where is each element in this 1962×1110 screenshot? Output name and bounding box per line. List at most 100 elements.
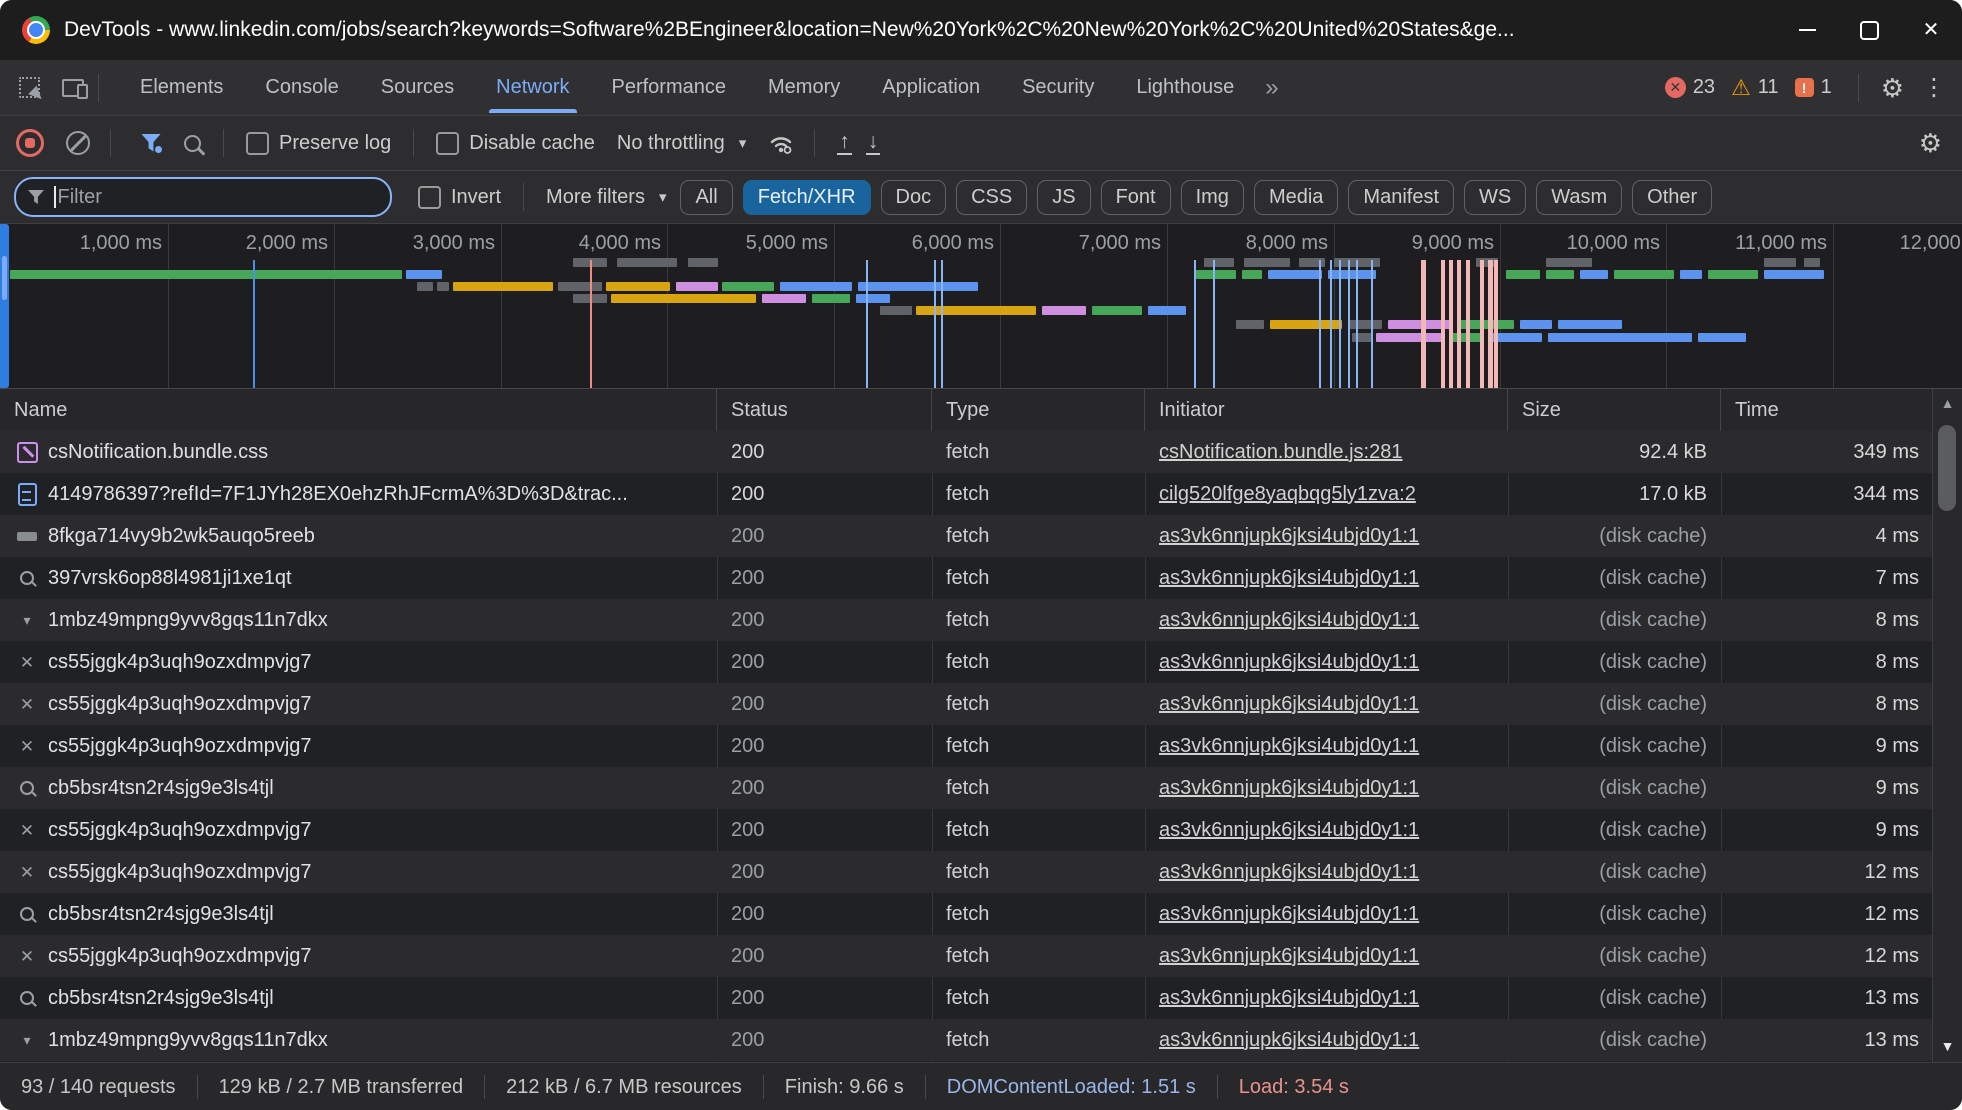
filter-pill-css[interactable]: CSS: [956, 180, 1027, 215]
record-network-log-button[interactable]: [16, 129, 44, 157]
warnings-badge[interactable]: ⚠ 11: [1731, 76, 1779, 99]
waterfall-bar: [688, 258, 718, 267]
network-overview-waterfall[interactable]: 1,000 ms2,000 ms3,000 ms4,000 ms5,000 ms…: [0, 224, 1962, 389]
request-row[interactable]: ✕cs55jggk4p3uqh9ozxdmpvjg7200fetchas3vk6…: [0, 641, 1933, 683]
inspect-element-button[interactable]: [14, 73, 44, 103]
tab-lighthouse[interactable]: Lighthouse: [1115, 60, 1255, 115]
search-button[interactable]: [184, 135, 201, 152]
import-har-button[interactable]: ↑: [837, 131, 852, 155]
initiator-link[interactable]: as3vk6nnjupk6jksi4ubjd0y1:1: [1159, 525, 1419, 548]
request-status-cell: 200: [717, 809, 932, 851]
preserve-log-checkbox[interactable]: [246, 132, 269, 155]
request-row[interactable]: ✕cs55jggk4p3uqh9ozxdmpvjg7200fetchas3vk6…: [0, 809, 1933, 851]
disable-cache-checkbox[interactable]: [436, 132, 459, 155]
request-row[interactable]: cb5bsr4tsn2r4sjg9e3ls4tjl200fetchas3vk6n…: [0, 893, 1933, 935]
window-titlebar[interactable]: DevTools - www.linkedin.com/jobs/search?…: [0, 0, 1962, 60]
tab-network[interactable]: Network: [475, 60, 590, 115]
filter-pill-doc[interactable]: Doc: [881, 180, 947, 215]
initiator-link[interactable]: as3vk6nnjupk6jksi4ubjd0y1:1: [1159, 1029, 1419, 1052]
initiator-link[interactable]: cilg520lfge8yaqbqg5ly1zva:2: [1159, 483, 1416, 506]
scrollbar-thumb[interactable]: [1938, 425, 1956, 511]
more-filters-dropdown[interactable]: More filters ▾: [546, 186, 666, 209]
request-row[interactable]: ✕cs55jggk4p3uqh9ozxdmpvjg7200fetchas3vk6…: [0, 935, 1933, 977]
filter-pill-ws[interactable]: WS: [1464, 180, 1526, 215]
scroll-down-icon[interactable]: ▼: [1933, 1038, 1962, 1054]
initiator-link[interactable]: as3vk6nnjupk6jksi4ubjd0y1:1: [1159, 693, 1419, 716]
request-row[interactable]: ✕cs55jggk4p3uqh9ozxdmpvjg7200fetchas3vk6…: [0, 851, 1933, 893]
tab-elements[interactable]: Elements: [119, 60, 244, 115]
filter-pill-js[interactable]: JS: [1037, 180, 1090, 215]
request-row[interactable]: csNotification.bundle.css200fetchcsNotif…: [0, 431, 1933, 473]
settings-gear-button[interactable]: ⚙: [1869, 75, 1916, 101]
request-time-cell: 8 ms: [1721, 683, 1933, 725]
column-header-type[interactable]: Type: [932, 389, 1145, 431]
initiator-link[interactable]: as3vk6nnjupk6jksi4ubjd0y1:1: [1159, 861, 1419, 884]
filter-pill-manifest[interactable]: Manifest: [1348, 180, 1454, 215]
invert-checkbox[interactable]: [418, 186, 441, 209]
request-type-cell: fetch: [932, 1019, 1145, 1061]
initiator-link[interactable]: as3vk6nnjupk6jksi4ubjd0y1:1: [1159, 609, 1419, 632]
initiator-link[interactable]: as3vk6nnjupk6jksi4ubjd0y1:1: [1159, 777, 1419, 800]
request-row[interactable]: 4149786397?refId=7F1JYh28EX0ehzRhJFcrmA%…: [0, 473, 1933, 515]
column-header-status[interactable]: Status: [717, 389, 932, 431]
tab-application[interactable]: Application: [861, 60, 1001, 115]
column-header-time[interactable]: Time: [1721, 389, 1933, 431]
column-header-size[interactable]: Size: [1508, 389, 1721, 431]
filter-pill-other[interactable]: Other: [1632, 180, 1712, 215]
request-row[interactable]: ▾1mbz49mpng9yvv8gqs11n7dkx200fetchas3vk6…: [0, 599, 1933, 641]
request-row[interactable]: ▾1mbz49mpng9yvv8gqs11n7dkx200fetchas3vk6…: [0, 1019, 1933, 1061]
column-header-initiator[interactable]: Initiator: [1145, 389, 1508, 431]
export-har-button[interactable]: ↓: [866, 131, 881, 155]
tab-sources[interactable]: Sources: [360, 60, 475, 115]
initiator-link[interactable]: as3vk6nnjupk6jksi4ubjd0y1:1: [1159, 903, 1419, 926]
initiator-link[interactable]: as3vk6nnjupk6jksi4ubjd0y1:1: [1159, 735, 1419, 758]
filter-pill-font[interactable]: Font: [1101, 180, 1171, 215]
clear-network-log-button[interactable]: [66, 131, 90, 155]
network-conditions-button[interactable]: [768, 131, 794, 155]
initiator-link[interactable]: csNotification.bundle.js:281: [1159, 441, 1402, 464]
tab-console[interactable]: Console: [244, 60, 359, 115]
request-row[interactable]: 8fkga714vy9b2wk5auqo5reeb200fetchas3vk6n…: [0, 515, 1933, 557]
device-toolbar-button[interactable]: [58, 73, 88, 103]
request-size-cell: 17.0 kB: [1508, 473, 1721, 515]
errors-count: 23: [1693, 76, 1715, 99]
filter-pill-fetch-xhr[interactable]: Fetch/XHR: [743, 180, 871, 215]
request-name: cs55jggk4p3uqh9ozxdmpvjg7: [48, 945, 312, 968]
tab-performance[interactable]: Performance: [591, 60, 748, 115]
network-settings-gear-button[interactable]: ⚙: [1907, 130, 1954, 156]
minimize-button[interactable]: [1776, 0, 1838, 60]
filter-input[interactable]: Filter: [14, 177, 392, 217]
initiator-link[interactable]: as3vk6nnjupk6jksi4ubjd0y1:1: [1159, 651, 1419, 674]
filter-pill-media[interactable]: Media: [1254, 180, 1338, 215]
initiator-link[interactable]: as3vk6nnjupk6jksi4ubjd0y1:1: [1159, 945, 1419, 968]
request-time-cell: 9 ms: [1721, 809, 1933, 851]
request-row[interactable]: ✕cs55jggk4p3uqh9ozxdmpvjg7200fetchas3vk6…: [0, 725, 1933, 767]
filter-pill-all[interactable]: All: [680, 180, 732, 215]
waterfall-bar: [417, 282, 433, 291]
request-row[interactable]: cb5bsr4tsn2r4sjg9e3ls4tjl200fetchas3vk6n…: [0, 767, 1933, 809]
tab-memory[interactable]: Memory: [747, 60, 861, 115]
scroll-up-icon[interactable]: ▲: [1933, 395, 1962, 411]
initiator-link[interactable]: as3vk6nnjupk6jksi4ubjd0y1:1: [1159, 819, 1419, 842]
issues-badge[interactable]: ! 1: [1795, 76, 1832, 99]
filter-toggle-button[interactable]: [121, 134, 162, 153]
close-button[interactable]: ✕: [1900, 0, 1962, 60]
filter-pill-wasm[interactable]: Wasm: [1536, 180, 1622, 215]
tab-security[interactable]: Security: [1001, 60, 1115, 115]
vertical-scrollbar[interactable]: ▲ ▼: [1932, 389, 1962, 1062]
throttling-dropdown[interactable]: No throttling ▾: [617, 132, 746, 155]
column-header-name[interactable]: Name: [0, 389, 717, 431]
filter-pill-img[interactable]: Img: [1181, 180, 1244, 215]
overview-left-grip[interactable]: [0, 224, 9, 388]
maximize-button[interactable]: [1838, 0, 1900, 60]
kebab-menu-button[interactable]: ⋮: [1916, 76, 1962, 100]
request-row[interactable]: cb5bsr4tsn2r4sjg9e3ls4tjl200fetchas3vk6n…: [0, 977, 1933, 1019]
caret-icon: ▾: [23, 1033, 30, 1047]
initiator-link[interactable]: as3vk6nnjupk6jksi4ubjd0y1:1: [1159, 567, 1419, 590]
errors-badge[interactable]: ✕ 23: [1665, 76, 1715, 99]
request-row[interactable]: ✕cs55jggk4p3uqh9ozxdmpvjg7200fetchas3vk6…: [0, 683, 1933, 725]
more-tabs-button[interactable]: »: [1255, 74, 1288, 102]
initiator-link[interactable]: as3vk6nnjupk6jksi4ubjd0y1:1: [1159, 987, 1419, 1010]
status-code: 200: [731, 609, 764, 632]
request-row[interactable]: 397vrsk6op88l4981ji1xe1qt200fetchas3vk6n…: [0, 557, 1933, 599]
